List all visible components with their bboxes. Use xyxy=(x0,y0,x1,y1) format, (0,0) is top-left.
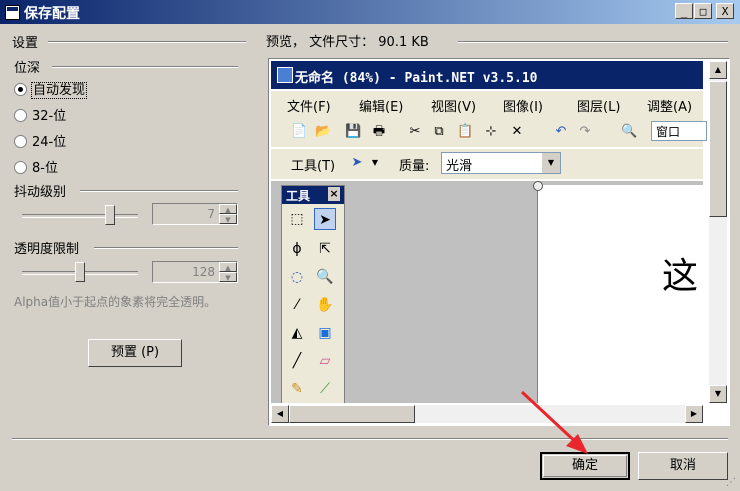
red-arrow-annotation xyxy=(520,390,588,454)
save-config-dialog: 保存配置 _ □ X 设置 位深 自动发现 32-位 24-位 8-位 抖动级别… xyxy=(0,0,740,491)
arrow-shaft xyxy=(520,390,582,448)
